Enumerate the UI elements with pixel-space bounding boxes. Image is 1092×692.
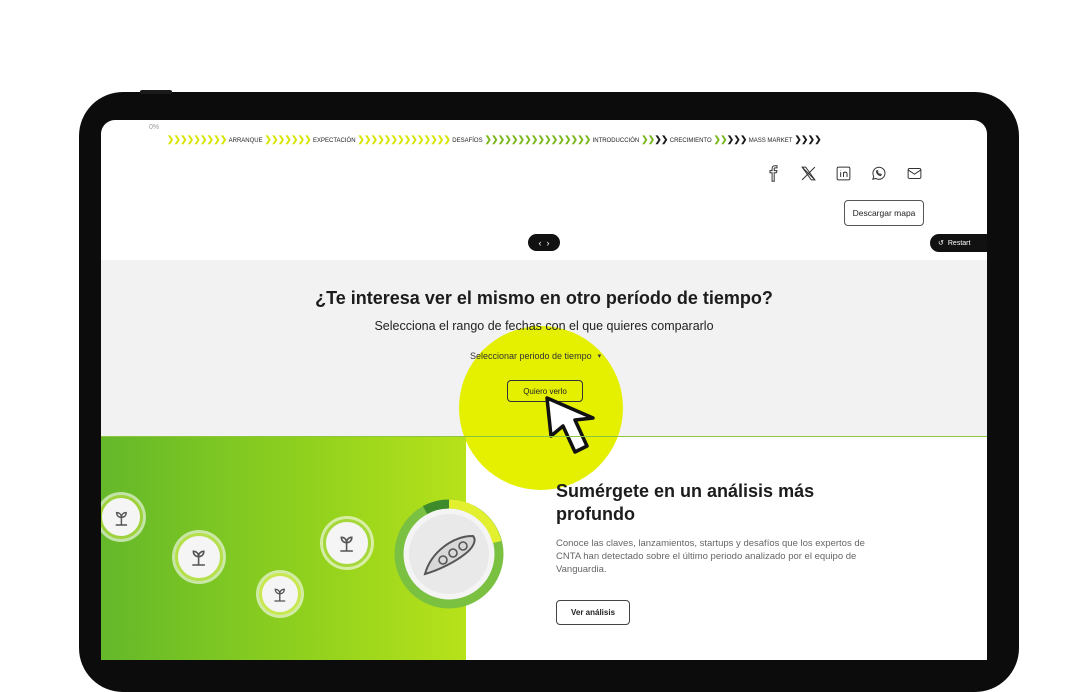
stage-crecimiento: CRECIMIENTO <box>669 138 712 144</box>
stage-arranque: ARRANQUE <box>228 138 263 144</box>
pea-pod-ring-icon <box>394 499 504 609</box>
tablet-side-button <box>140 90 172 94</box>
view-analysis-button[interactable]: Ver análisis <box>556 600 630 625</box>
caret-down-icon: ▾ <box>597 353 602 360</box>
sprout-bubble-icon <box>259 573 301 615</box>
stage-expectacion: EXPECTACIÓN <box>312 138 356 144</box>
stage-desafios: DESAFÍOS <box>452 138 483 144</box>
period-select[interactable]: Seleccionar periodo de tiempo ▾ <box>470 351 601 361</box>
restart-label: Restart <box>947 239 971 247</box>
mail-icon[interactable] <box>903 162 925 184</box>
chevron-left-icon[interactable]: ‹ <box>539 238 542 248</box>
sprout-bubble-icon <box>175 533 223 581</box>
stage-track: ❯❯❯❯❯❯❯❯❯ ARRANQUE ❯❯❯❯❯❯❯ EXPECTACIÓN ❯❯❯❯❯… <box>167 134 821 144</box>
chevron-right-icon[interactable]: › <box>547 238 550 248</box>
deep-analysis-title: Sumérgete en un análisis más profundo <box>556 481 815 524</box>
stage-progress-bar: 0% ❯❯❯❯❯❯❯❯❯ ARRANQUE ❯❯❯❯❯❯❯ EXPECTACIÓN ❯❯… <box>101 124 987 148</box>
stage-mass-market: MASS MARKET <box>748 138 793 144</box>
x-icon[interactable] <box>797 162 819 184</box>
pager-control: ‹ › <box>528 234 560 251</box>
restart-button[interactable]: ↺ Restart <box>930 234 987 252</box>
period-select-label: Seleccionar periodo de tiempo <box>470 351 592 361</box>
download-map-button[interactable]: Descargar mapa <box>844 200 924 226</box>
sprout-bubble-icon <box>101 495 143 539</box>
tablet-screen: 0% ❯❯❯❯❯❯❯❯❯ ARRANQUE ❯❯❯❯❯❯❯ EXPECTACIÓN ❯❯… <box>101 120 987 660</box>
facebook-icon[interactable] <box>762 162 784 184</box>
linkedin-icon[interactable] <box>832 162 854 184</box>
deep-analysis-text: Conoce las claves, lanzamientos, startup… <box>556 538 865 575</box>
hand-cursor-icon <box>545 396 595 454</box>
progress-zero-label: 0% <box>149 124 160 131</box>
sprout-bubble-icon <box>323 519 371 567</box>
whatsapp-icon[interactable] <box>867 162 889 184</box>
stage-introduccion: INTRODUCCIÓN <box>592 138 640 144</box>
compare-subtitle: Selecciona el rango de fechas con el que… <box>374 319 714 333</box>
compare-title: ¿Te interesa ver el mismo en otro períod… <box>315 288 773 308</box>
restart-icon: ↺ <box>938 240 944 247</box>
